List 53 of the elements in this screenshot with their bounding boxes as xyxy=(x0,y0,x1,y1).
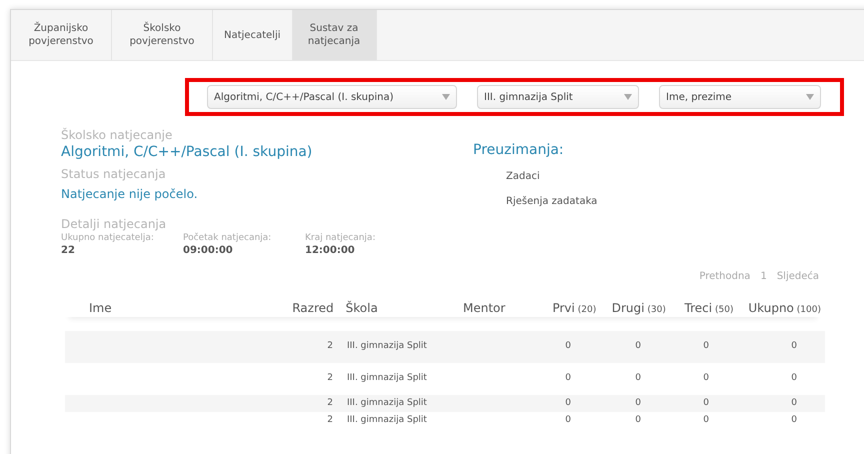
detail-label: Ukupno natjecatelja: xyxy=(61,232,155,244)
table-cell-text: III. gimnazija Split xyxy=(346,372,428,386)
table-cell-text: 0 xyxy=(790,340,798,354)
column-header: Ime xyxy=(88,300,113,317)
table-cell-text: 0 xyxy=(634,372,642,386)
table-cell-text: 2 xyxy=(326,340,334,354)
column-header: Škola xyxy=(344,300,379,317)
column-header: Drugi (30) xyxy=(610,300,666,316)
dropdown[interactable]: Algoritmi, C/C++/Pascal (I. skupina) xyxy=(207,85,457,109)
dropdown[interactable]: III. gimnazija Split xyxy=(477,85,639,109)
section-label: Školsko natjecanje xyxy=(61,127,174,143)
table-cell-text: 0 xyxy=(564,396,572,410)
dropdown-arrow-icon xyxy=(806,94,814,100)
downloads-title: Preuzimanja: xyxy=(473,141,565,160)
table-cell-text: 2 xyxy=(326,372,334,386)
table-cell-text: 0 xyxy=(702,372,710,386)
section-label: Status natjecanja xyxy=(61,166,167,182)
table-cell-text: 0 xyxy=(790,414,798,428)
table-cell-text: 0 xyxy=(702,414,710,428)
column-header: Treci (50) xyxy=(684,300,734,316)
detail-value: 09:00:00 xyxy=(183,244,234,257)
table-cell-text: III. gimnazija Split xyxy=(346,414,428,428)
detail-label: Kraj natjecanja: xyxy=(305,232,376,244)
detail-value: 22 xyxy=(61,244,76,257)
table-cell-text: 0 xyxy=(790,372,798,386)
tab[interactable]: Sustav za natjecanja xyxy=(292,10,376,60)
table-cell-text: III. gimnazija Split xyxy=(346,340,428,354)
column-header: Ukupno (100) xyxy=(747,300,821,316)
table-cell-text: 0 xyxy=(790,396,798,410)
column-header: Prvi (20) xyxy=(551,300,596,316)
table-cell-text: 2 xyxy=(326,396,334,410)
table-cell-text: 2 xyxy=(326,414,334,428)
download-link[interactable]: Zadaci xyxy=(506,169,540,184)
table-cell-text: 0 xyxy=(702,340,710,354)
table-cell-text: 0 xyxy=(702,396,710,410)
column-header: Mentor xyxy=(462,300,506,317)
section-label: Detalji natjecanja xyxy=(61,216,168,232)
table-cell-text: 0 xyxy=(564,414,572,428)
detail-label: Početak natjecanja: xyxy=(183,232,272,244)
table-cell-text: III. gimnazija Split xyxy=(346,396,428,410)
competition-name: Algoritmi, C/C++/Pascal (I. skupina) xyxy=(61,143,314,161)
dropdown[interactable]: Ime, prezime xyxy=(659,85,821,109)
download-link[interactable]: Rješenja zadataka xyxy=(506,194,598,209)
dropdown-arrow-icon xyxy=(624,94,632,100)
detail-value: 12:00:00 xyxy=(305,244,356,257)
status-value: Natjecanje nije počelo. xyxy=(61,186,199,202)
column-header: Razred xyxy=(291,300,334,317)
table-cell-text: 0 xyxy=(634,414,642,428)
table-cell-text: 0 xyxy=(564,372,572,386)
table-cell-text: 0 xyxy=(564,340,572,354)
table-cell-text: 0 xyxy=(634,396,642,410)
table-cell-text: 0 xyxy=(634,340,642,354)
dropdown-arrow-icon xyxy=(442,94,450,100)
